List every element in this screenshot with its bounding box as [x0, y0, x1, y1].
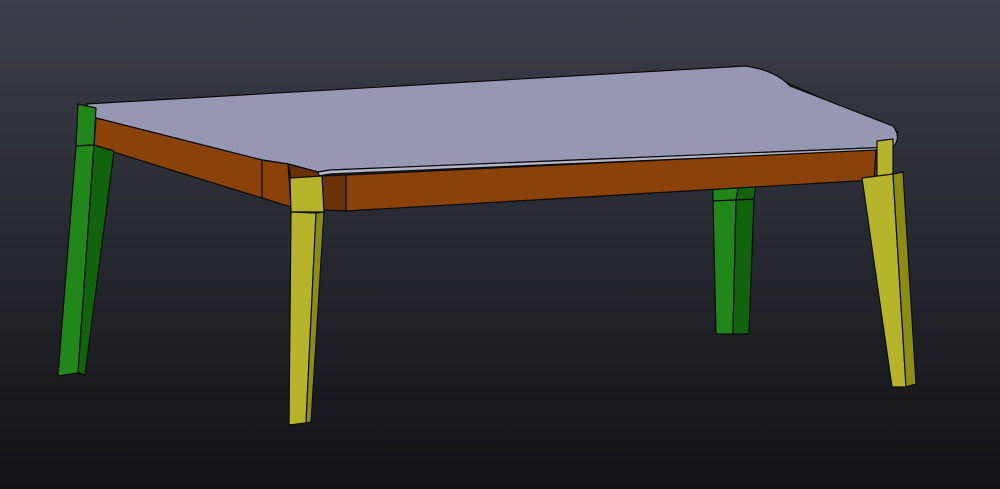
leg-back-right[interactable] — [712, 183, 757, 335]
cad-viewport[interactable] — [0, 0, 1000, 489]
viewport-background — [0, 0, 1000, 489]
table-3d-model[interactable] — [0, 0, 1000, 489]
